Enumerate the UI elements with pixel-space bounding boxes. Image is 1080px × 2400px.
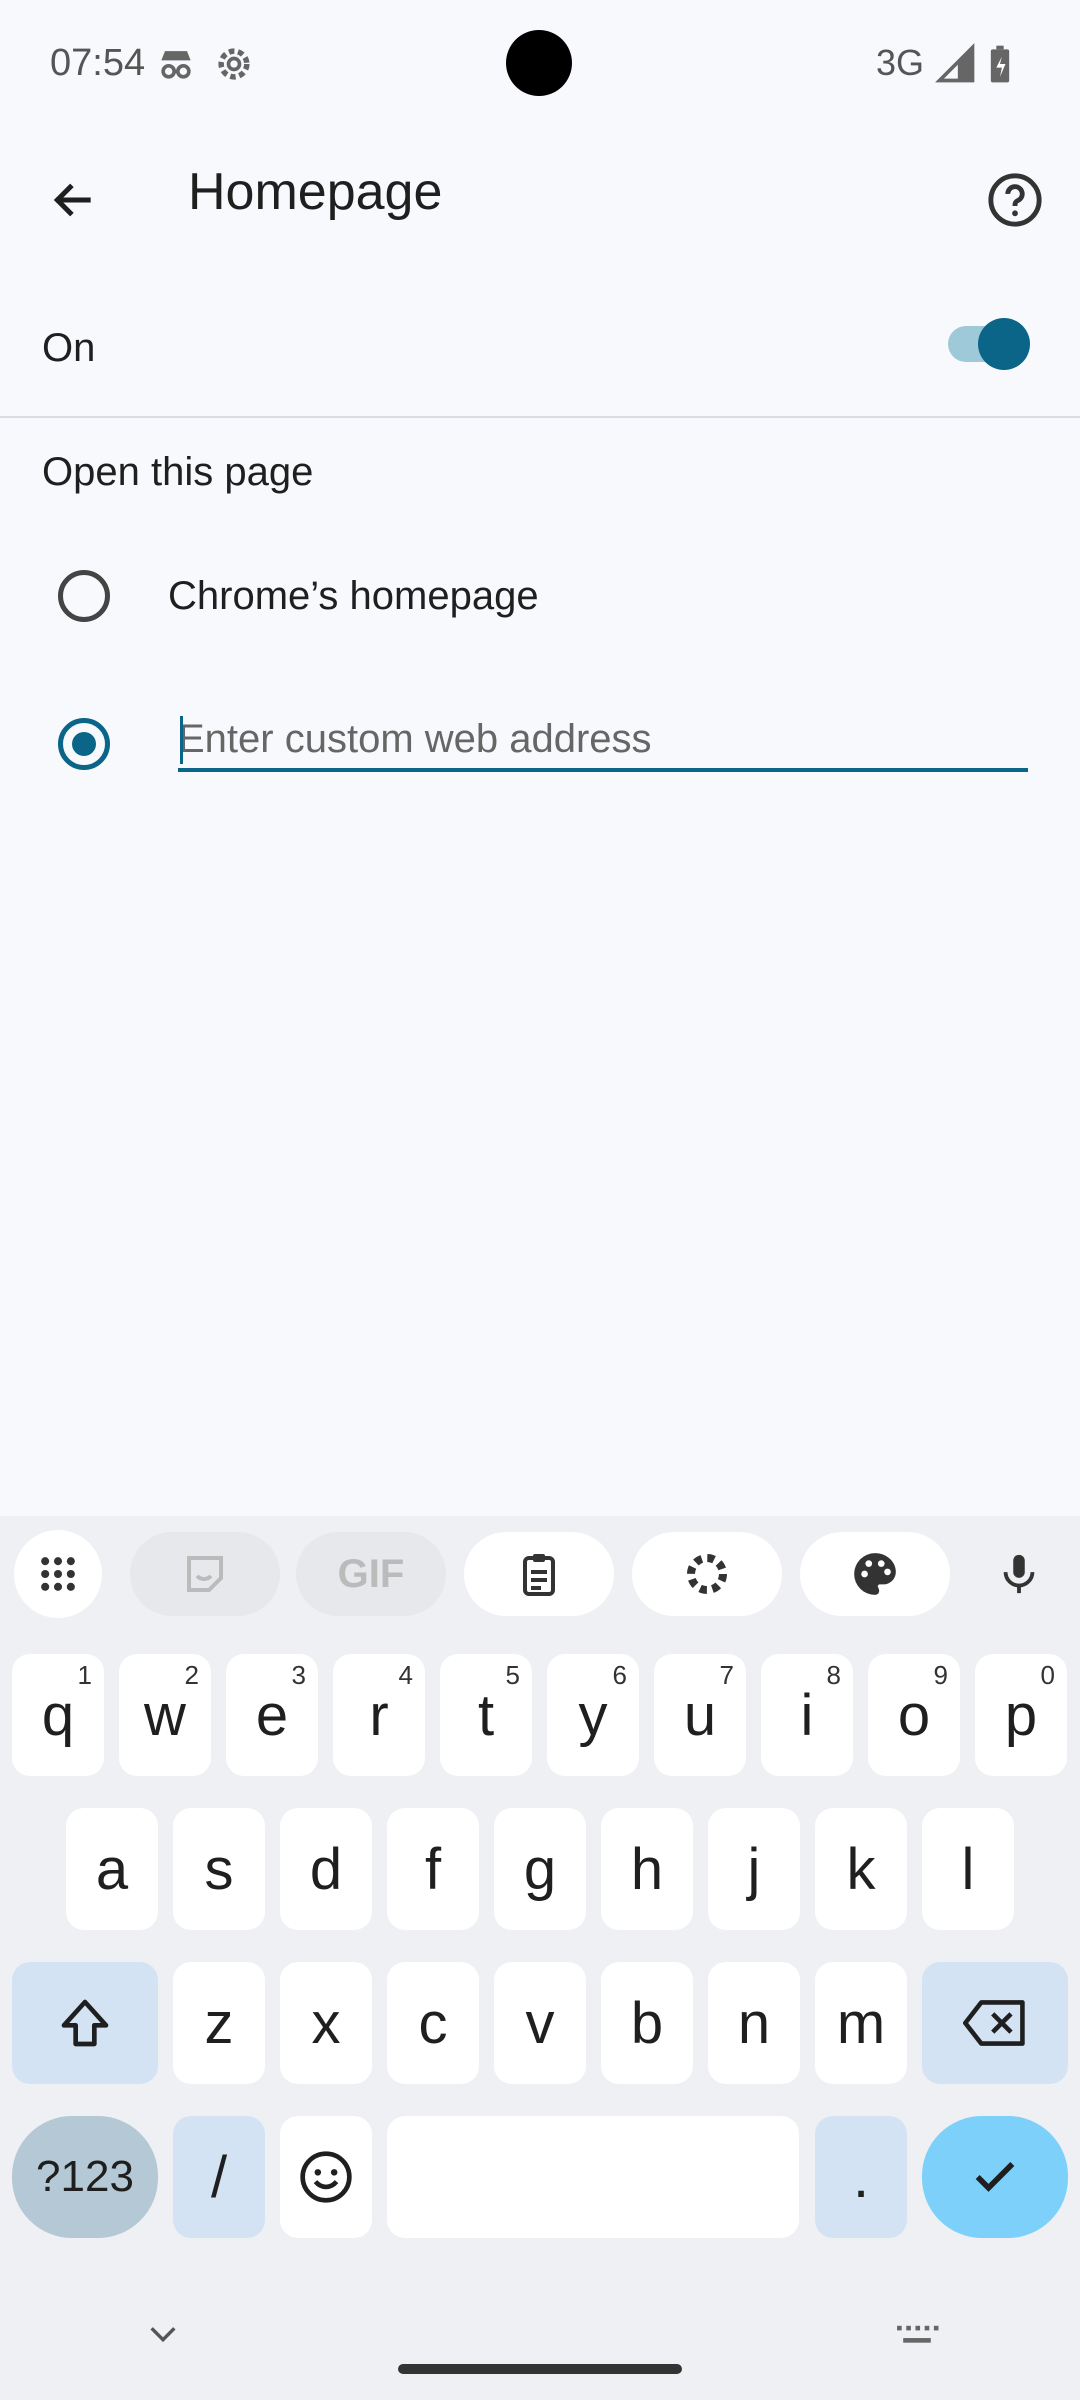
sticker-key[interactable] [130, 1532, 280, 1616]
option-chrome-homepage[interactable] [0, 528, 1080, 664]
key-u[interactable]: u7 [654, 1654, 746, 1776]
custom-url-input[interactable] [178, 710, 1028, 772]
key-t[interactable]: t5 [440, 1654, 532, 1776]
key-h[interactable]: h [601, 1808, 693, 1930]
check-icon [975, 2162, 1015, 2192]
network-type: 3G [876, 42, 925, 83]
key-i[interactable]: i8 [761, 1654, 853, 1776]
key-l[interactable]: l [922, 1808, 1014, 1930]
option-label: Chrome’s homepage [168, 574, 539, 618]
apps-key[interactable] [14, 1530, 102, 1618]
section-label: Open this page [42, 450, 314, 494]
key-o[interactable]: o9 [868, 1654, 960, 1776]
backspace-icon [963, 2000, 1025, 2046]
shift-key[interactable] [12, 1962, 158, 2084]
incognito-icon [161, 51, 191, 79]
back-button[interactable] [24, 150, 124, 250]
divider [0, 416, 1080, 418]
key-a[interactable]: a [66, 1808, 158, 1930]
key-q[interactable]: q1 [12, 1654, 104, 1776]
key-k[interactable]: k [815, 1808, 907, 1930]
key-w[interactable]: w2 [119, 1654, 211, 1776]
key-j[interactable]: j [708, 1808, 800, 1930]
page-title: Homepage [188, 163, 443, 221]
palette-icon [854, 1553, 896, 1595]
camera-cutout [506, 30, 572, 96]
keyboard-settings-key[interactable] [632, 1532, 782, 1616]
shift-icon [61, 1999, 109, 2047]
settings-icon [687, 1554, 727, 1594]
hide-keyboard-icon[interactable] [146, 2322, 180, 2346]
key-n[interactable]: n [708, 1962, 800, 2084]
key-s[interactable]: s [173, 1808, 265, 1930]
symbols-key[interactable]: ?123 [12, 2116, 158, 2238]
help-circle-icon [988, 173, 1042, 227]
gif-key[interactable]: GIF [296, 1532, 446, 1616]
key-z[interactable]: z [173, 1962, 265, 2084]
key-r[interactable]: r4 [333, 1654, 425, 1776]
key-m[interactable]: m [815, 1962, 907, 2084]
key-v[interactable]: v [494, 1962, 586, 2084]
battery-icon [990, 45, 1010, 83]
space-key[interactable] [387, 2116, 799, 2238]
backspace-key[interactable] [922, 1962, 1068, 2084]
settings-icon [218, 48, 250, 80]
key-b[interactable]: b [601, 1962, 693, 2084]
key-x[interactable]: x [280, 1962, 372, 2084]
sticker-icon [187, 1556, 223, 1592]
help-button[interactable] [958, 150, 1072, 250]
emoji-icon [300, 2151, 352, 2203]
key-d[interactable]: d [280, 1808, 372, 1930]
key-period[interactable]: . [815, 2116, 907, 2238]
enter-key[interactable] [922, 2116, 1068, 2238]
toggle-label: On [42, 326, 96, 370]
arrow-left-icon [53, 183, 91, 217]
theme-key[interactable] [800, 1532, 950, 1616]
key-p[interactable]: p0 [975, 1654, 1067, 1776]
homepage-switch[interactable] [912, 276, 1040, 410]
text-cursor [180, 716, 183, 764]
gesture-nav-handle[interactable] [398, 2364, 682, 2374]
key-g[interactable]: g [494, 1808, 586, 1930]
key-e[interactable]: e3 [226, 1654, 318, 1776]
key-f[interactable]: f [387, 1808, 479, 1930]
voice-key[interactable] [944, 1532, 1080, 1616]
keyboard-switch-icon[interactable] [894, 2322, 940, 2348]
radio-chrome-homepage[interactable] [58, 570, 110, 622]
apps-icon [41, 1557, 75, 1591]
keyboard [0, 1516, 1080, 2400]
switch-thumb [978, 318, 1030, 370]
emoji-key[interactable] [280, 2116, 372, 2238]
app-bar [0, 128, 1080, 274]
key-y[interactable]: y6 [547, 1654, 639, 1776]
mic-icon [1003, 1554, 1035, 1594]
clipboard-icon [523, 1554, 555, 1596]
signal-icon [935, 43, 975, 83]
status-time: 07:54 [50, 42, 146, 84]
key-c[interactable]: c [387, 1962, 479, 2084]
key-slash[interactable]: / [173, 2116, 265, 2238]
clipboard-key[interactable] [464, 1532, 614, 1616]
radio-custom-address[interactable] [58, 718, 110, 770]
custom-url-field[interactable] [168, 690, 1038, 800]
